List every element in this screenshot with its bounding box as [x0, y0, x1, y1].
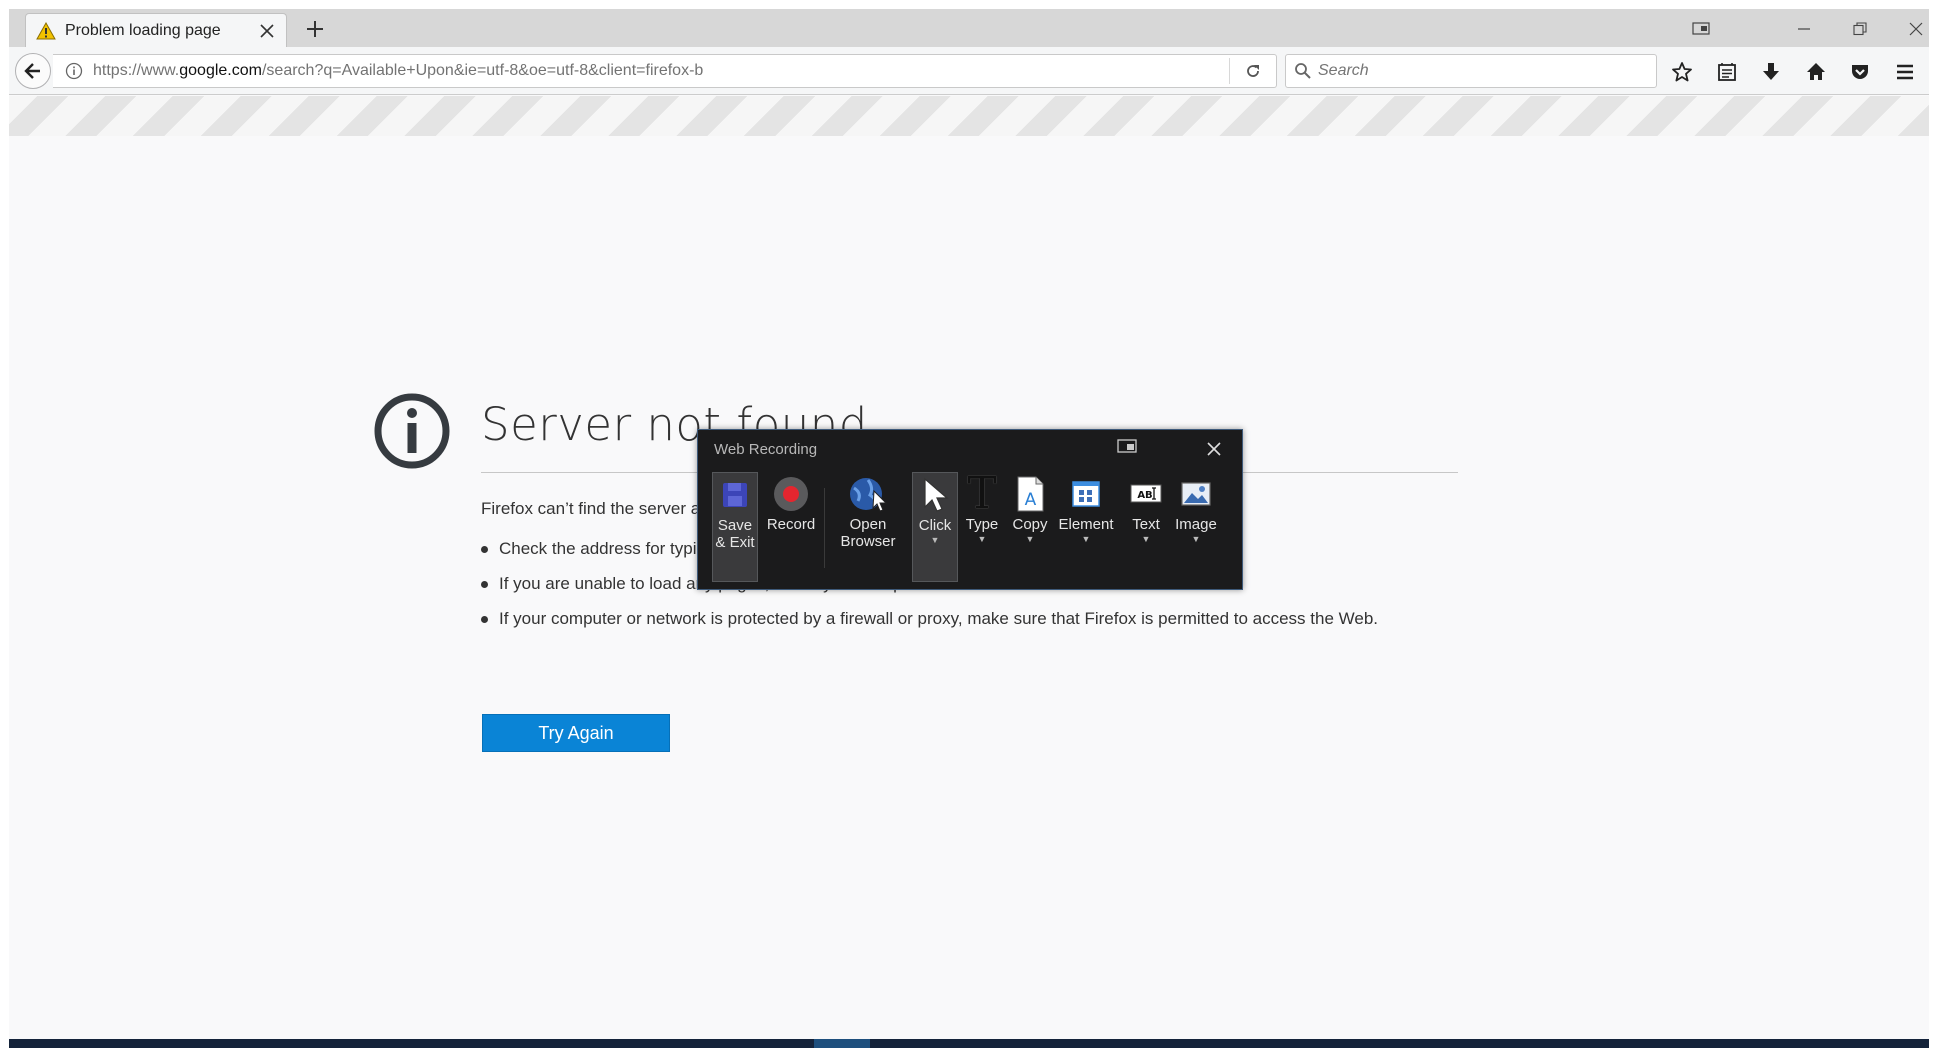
- element-dropdown-icon[interactable]: ▼: [1082, 534, 1091, 544]
- taskbar-active-item[interactable]: [814, 1039, 870, 1048]
- reload-icon[interactable]: [1240, 58, 1266, 84]
- record-label: Record: [766, 516, 816, 533]
- open-browser-label: Open Browser: [840, 516, 896, 550]
- reading-list-icon[interactable]: [1712, 57, 1742, 87]
- restore-icon[interactable]: [1847, 17, 1873, 41]
- error-page: Server not found Firefox can’t find the …: [9, 136, 1929, 1048]
- save-icon: [715, 473, 755, 517]
- element-tool-button[interactable]: Element ▼: [1054, 472, 1118, 582]
- search-input[interactable]: [1318, 62, 1638, 80]
- svg-text:A: A: [1025, 490, 1037, 510]
- save-exit-button[interactable]: Save & Exit: [712, 472, 758, 582]
- save-exit-label: Save & Exit: [715, 517, 755, 551]
- element-grid-icon: [1066, 472, 1106, 516]
- close-recording-icon[interactable]: [1204, 439, 1224, 459]
- image-picture-icon: [1176, 472, 1216, 516]
- tablet-mode-icon[interactable]: [1688, 17, 1714, 41]
- text-abc-icon: AB: [1126, 472, 1166, 516]
- toolbar-separator: [824, 488, 825, 568]
- url-prefix: https://www.: [93, 62, 180, 79]
- type-t-icon: T: [967, 468, 997, 519]
- type-tool-button[interactable]: T Type ▼: [962, 472, 1002, 582]
- tab-title: Problem loading page: [65, 21, 221, 39]
- type-label: Type: [965, 516, 999, 533]
- error-stripe-banner: [9, 96, 1929, 136]
- click-label: Click: [918, 517, 952, 534]
- url-separator: [1229, 58, 1230, 84]
- address-bar[interactable]: https://www.google.com/search?q=Availabl…: [53, 54, 1277, 88]
- search-bar[interactable]: [1285, 54, 1657, 88]
- image-label: Image: [1175, 516, 1217, 533]
- warning-icon: [36, 21, 56, 39]
- copy-document-icon: A: [1010, 472, 1050, 516]
- windows-taskbar: [9, 1039, 1929, 1048]
- hamburger-menu-icon[interactable]: [1890, 57, 1920, 87]
- info-icon[interactable]: [63, 60, 85, 82]
- svg-text:AB: AB: [1137, 490, 1152, 501]
- record-button[interactable]: Record: [764, 472, 818, 582]
- suggestion-item: If your computer or network is protected…: [481, 606, 1441, 632]
- globe-cursor-icon: [848, 472, 888, 516]
- copy-label: Copy: [1012, 516, 1048, 533]
- recording-panel-title: Web Recording: [714, 441, 818, 458]
- minimize-icon[interactable]: [1791, 17, 1817, 41]
- bookmark-star-icon[interactable]: [1667, 57, 1697, 87]
- browser-window: Problem loading page https://www.google.…: [9, 9, 1929, 1048]
- new-tab-plus-icon[interactable]: [304, 18, 326, 40]
- click-tool-button[interactable]: Click ▼: [912, 472, 958, 582]
- copy-tool-button[interactable]: A Copy ▼: [1008, 472, 1052, 582]
- dock-panel-icon[interactable]: [1116, 437, 1138, 457]
- copy-dropdown-icon[interactable]: ▼: [1026, 534, 1035, 544]
- info-circle-icon: [374, 393, 450, 469]
- image-dropdown-icon[interactable]: ▼: [1192, 534, 1201, 544]
- open-browser-button[interactable]: Open Browser: [836, 472, 900, 582]
- back-arrow-icon: [24, 63, 40, 79]
- click-dropdown-icon[interactable]: ▼: [931, 535, 940, 545]
- home-icon[interactable]: [1801, 57, 1831, 87]
- recording-panel-header[interactable]: Web Recording: [698, 430, 1242, 466]
- text-label: Text: [1132, 516, 1160, 533]
- record-icon: [771, 472, 811, 516]
- navigation-bar: https://www.google.com/search?q=Availabl…: [9, 47, 1929, 95]
- tab-strip: Problem loading page: [9, 9, 1929, 47]
- text-dropdown-icon[interactable]: ▼: [1142, 534, 1151, 544]
- search-icon: [1295, 63, 1311, 79]
- type-dropdown-icon[interactable]: ▼: [978, 534, 987, 544]
- image-tool-button[interactable]: Image ▼: [1170, 472, 1222, 582]
- url-text[interactable]: https://www.google.com/search?q=Availabl…: [93, 62, 1229, 80]
- text-tool-button[interactable]: AB Text ▼: [1124, 472, 1168, 582]
- tab-close-icon[interactable]: [258, 22, 276, 40]
- element-label: Element: [1058, 516, 1114, 533]
- cursor-arrow-icon: [915, 473, 955, 517]
- back-button[interactable]: [15, 53, 51, 89]
- close-window-icon[interactable]: [1903, 17, 1929, 41]
- pocket-icon[interactable]: [1845, 57, 1875, 87]
- web-recording-panel: Web Recording Save & Exit Record Open Br…: [697, 429, 1243, 590]
- url-path: /search?q=Available+Upon&ie=utf-8&oe=utf…: [261, 62, 704, 79]
- tab-problem-loading[interactable]: Problem loading page: [25, 13, 287, 47]
- url-host: google.com: [179, 62, 262, 79]
- try-again-button[interactable]: Try Again: [482, 714, 670, 752]
- download-icon[interactable]: [1756, 57, 1786, 87]
